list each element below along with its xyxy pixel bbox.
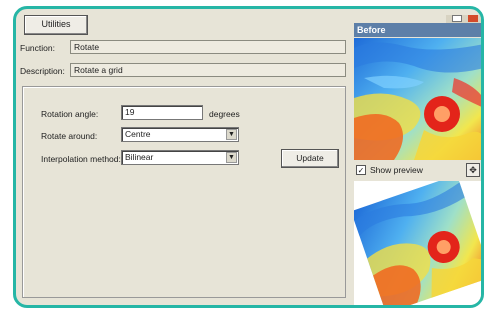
- interpolation-label: Interpolation method:: [41, 154, 121, 164]
- update-button[interactable]: Update: [281, 149, 339, 168]
- show-preview-label: Show preview: [370, 165, 423, 175]
- before-header: Before: [354, 23, 481, 37]
- chart-icon[interactable]: [452, 15, 462, 22]
- crosshair-icon[interactable]: ✥: [466, 163, 480, 177]
- after-image: [354, 181, 481, 305]
- utilities-button[interactable]: Utilities: [24, 15, 88, 35]
- description-label: Description:: [20, 66, 65, 76]
- window-frame: Utilities Function: Rotate Description: …: [13, 6, 484, 308]
- rotation-angle-input[interactable]: 19: [121, 105, 203, 120]
- interpolation-value: Bilinear: [125, 152, 154, 162]
- parameters-group: Rotation angle: 19 degrees Rotate around…: [22, 86, 346, 298]
- function-field: Rotate: [70, 40, 346, 54]
- chevron-down-icon[interactable]: ▼: [226, 129, 237, 140]
- preview-panel: Before ✓ Show preview ✥: [354, 15, 481, 305]
- toolbar-strip: [446, 15, 481, 23]
- show-preview-checkbox[interactable]: ✓: [356, 165, 366, 175]
- rotation-angle-unit: degrees: [209, 109, 240, 119]
- rotate-around-value: Centre: [125, 129, 151, 139]
- rotate-around-label: Rotate around:: [41, 131, 98, 141]
- rotation-angle-label: Rotation angle:: [41, 109, 99, 119]
- function-label: Function:: [20, 43, 55, 53]
- palette-icon[interactable]: [468, 15, 478, 22]
- chevron-down-icon[interactable]: ▼: [226, 152, 237, 163]
- rotate-around-select[interactable]: Centre ▼: [121, 127, 239, 142]
- before-image: [354, 38, 481, 160]
- interpolation-select[interactable]: Bilinear ▼: [121, 150, 239, 165]
- description-field: Rotate a grid: [70, 63, 346, 77]
